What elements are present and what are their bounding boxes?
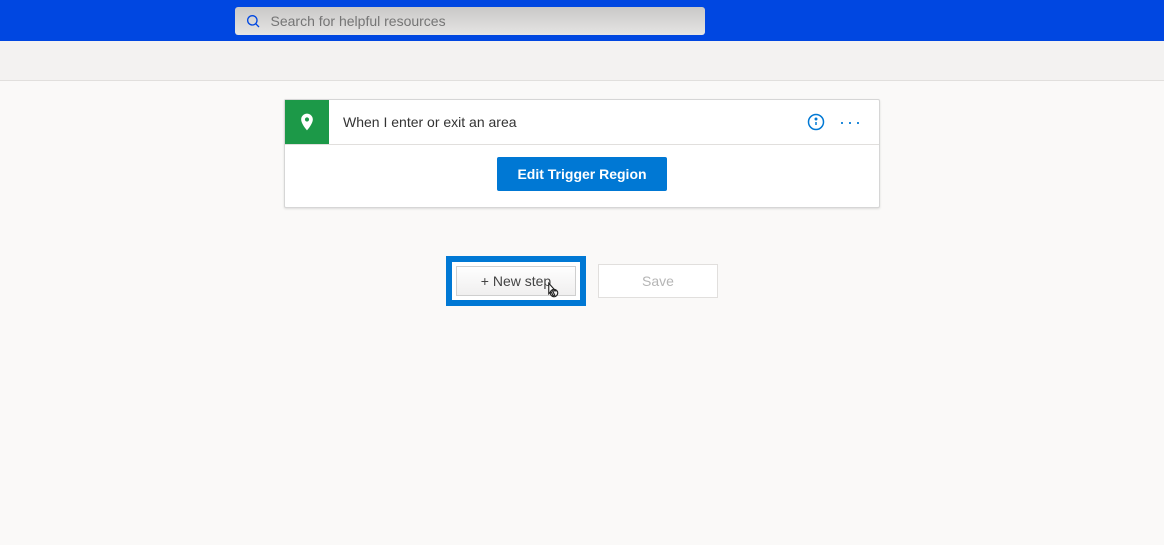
new-step-label: + New step <box>481 273 551 289</box>
command-bar <box>0 41 1164 81</box>
search-icon <box>245 13 261 29</box>
global-search[interactable] <box>235 7 705 35</box>
edit-trigger-region-button[interactable]: Edit Trigger Region <box>497 157 666 191</box>
trigger-actions: ··· <box>807 113 879 131</box>
trigger-card[interactable]: When I enter or exit an area ··· Edit Tr… <box>284 99 880 208</box>
trigger-header[interactable]: When I enter or exit an area ··· <box>285 100 879 144</box>
more-icon[interactable]: ··· <box>839 113 863 131</box>
search-input[interactable] <box>271 13 695 29</box>
info-icon[interactable] <box>807 113 825 131</box>
save-button[interactable]: Save <box>598 264 718 298</box>
action-row: + New step Save <box>446 256 718 306</box>
trigger-body: Edit Trigger Region <box>285 144 879 207</box>
trigger-title: When I enter or exit an area <box>329 114 807 130</box>
flow-canvas: When I enter or exit an area ··· Edit Tr… <box>0 81 1164 306</box>
new-step-button[interactable]: + New step <box>456 266 576 296</box>
location-pin-icon <box>285 100 329 144</box>
top-header-bar <box>0 0 1164 41</box>
new-step-highlight: + New step <box>446 256 586 306</box>
